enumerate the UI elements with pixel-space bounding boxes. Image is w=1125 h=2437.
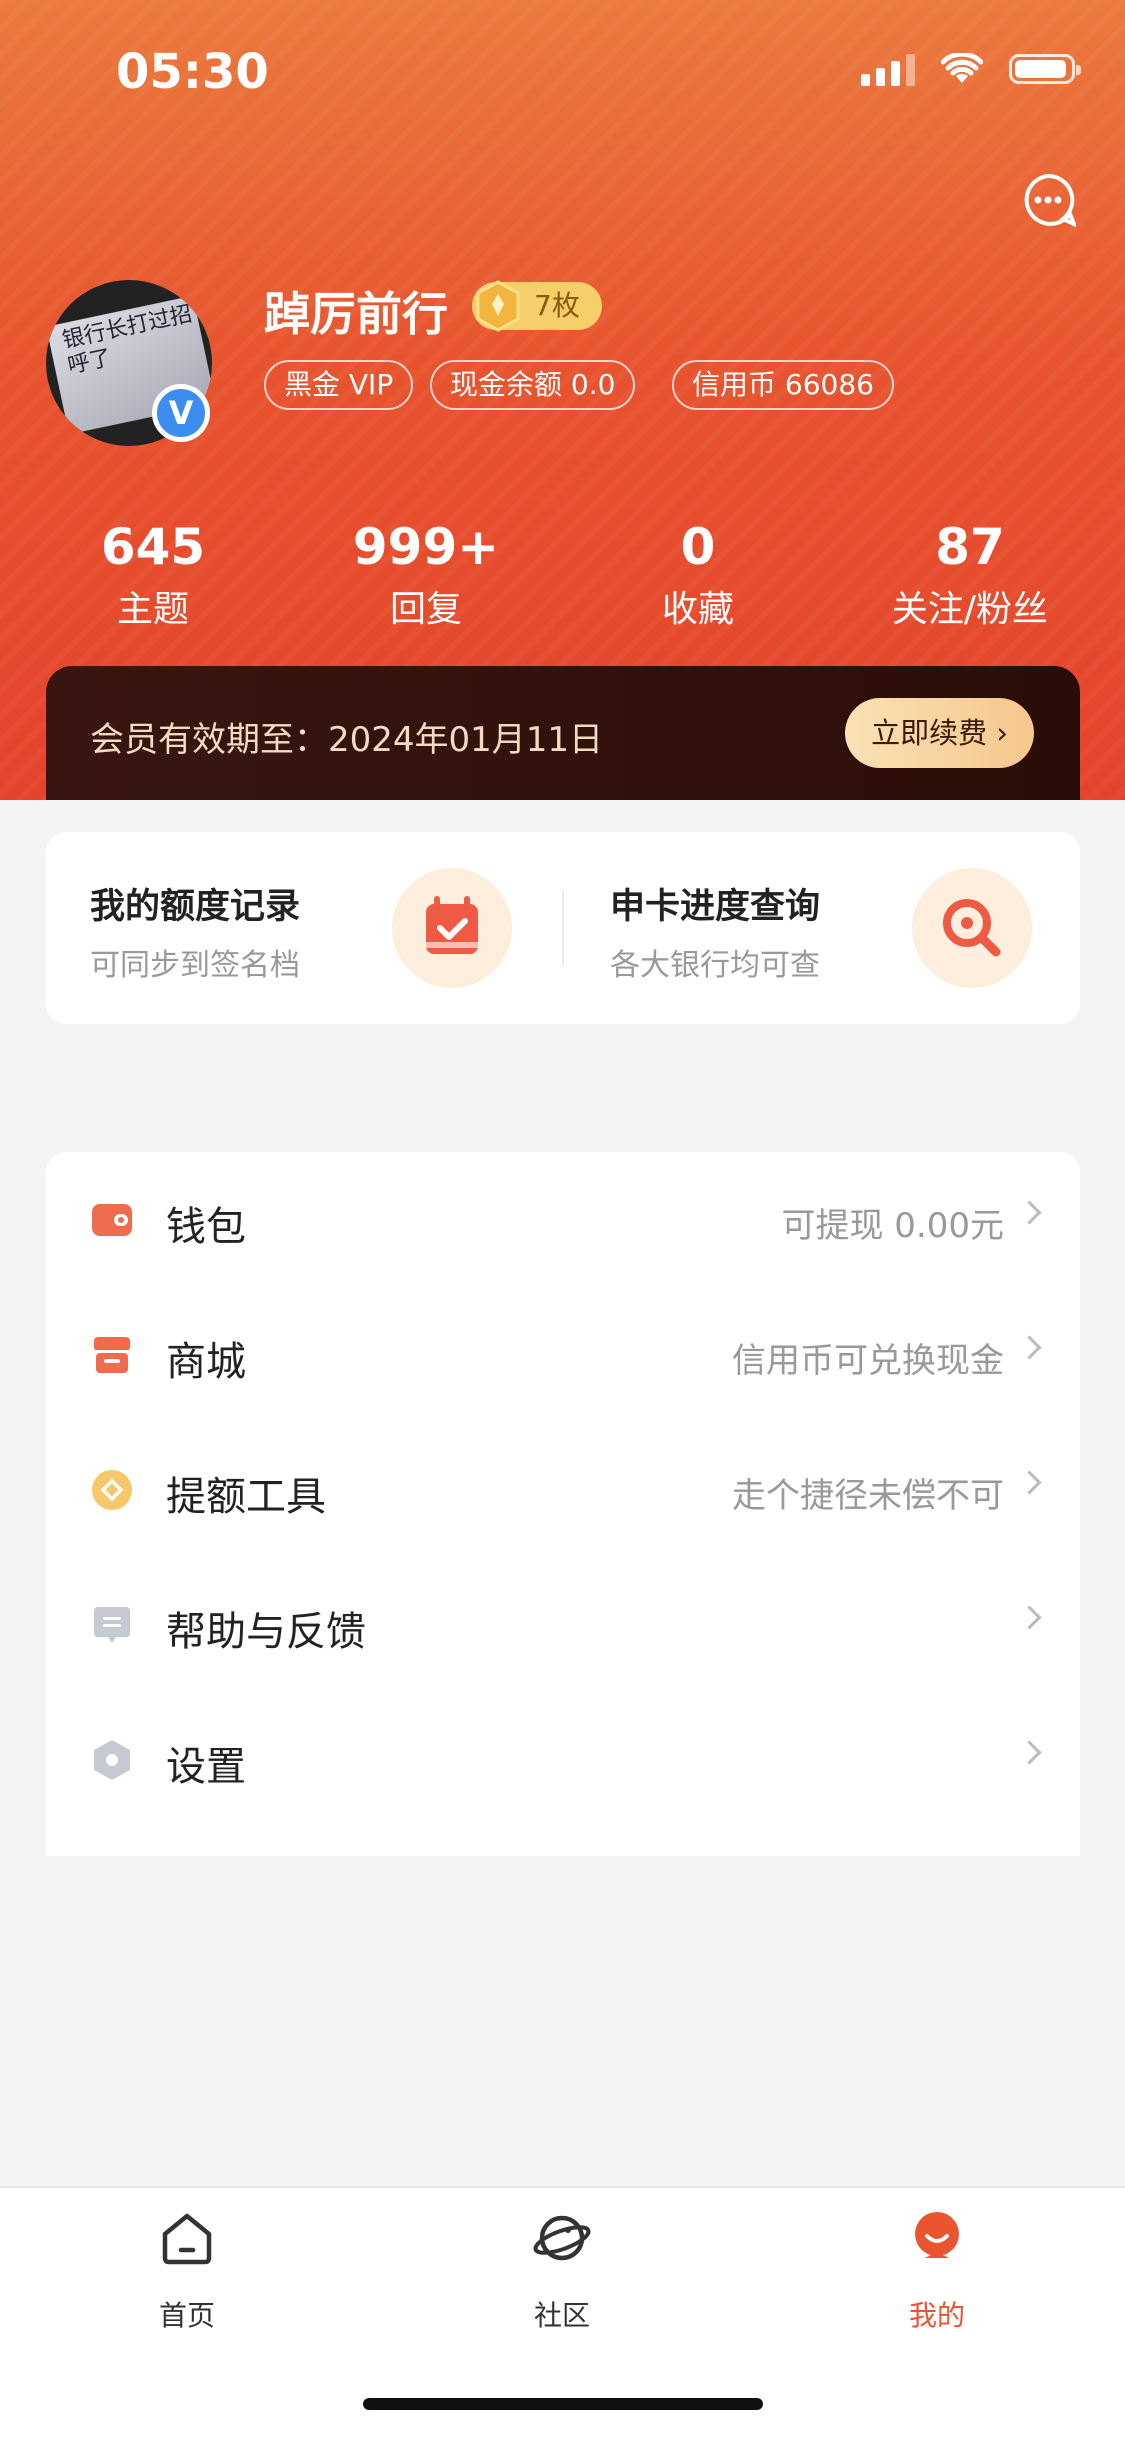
verified-v-icon: V bbox=[152, 384, 210, 442]
menu-item-wallet[interactable]: 钱包 可提现 0.00元 bbox=[46, 1152, 1080, 1287]
vip-expiry-text: 会员有效期至：2024年01月11日 bbox=[90, 720, 604, 760]
coin-tool-icon bbox=[92, 1470, 132, 1510]
chevron-right-icon bbox=[1017, 1605, 1042, 1630]
stat-label: 关注/粉丝 bbox=[891, 589, 1049, 630]
cash-balance-tag[interactable]: 现金余额 0.0 bbox=[430, 360, 636, 410]
crown-coin-icon bbox=[476, 280, 520, 332]
renew-button[interactable]: 立即续费 › bbox=[845, 698, 1034, 768]
battery-icon bbox=[1009, 54, 1081, 84]
vip-expiry-bar: 会员有效期至：2024年01月11日 立即续费 › bbox=[46, 666, 1080, 800]
wifi-icon bbox=[941, 53, 983, 83]
stat-label: 主题 bbox=[116, 589, 189, 630]
tab-label: 首页 bbox=[158, 2299, 215, 2332]
status-time: 05:30 bbox=[116, 44, 269, 100]
menu-detail: 可提现 0.00元 bbox=[781, 1206, 1004, 1246]
tab-label: 社区 bbox=[533, 2299, 590, 2332]
quick-action-title: 我的额度记录 bbox=[90, 887, 301, 927]
chevron-right-icon bbox=[1017, 1740, 1042, 1765]
menu-label: 帮助与反馈 bbox=[166, 1609, 366, 1655]
coin-badge[interactable]: 7枚 bbox=[472, 280, 602, 332]
status-icons bbox=[861, 52, 1081, 86]
message-bubble-icon[interactable] bbox=[1020, 172, 1076, 228]
planet-icon bbox=[533, 2215, 591, 2261]
stat-follow-fans[interactable]: 87 关注/粉丝 bbox=[855, 518, 1085, 632]
home-indicator[interactable] bbox=[363, 2398, 763, 2410]
quick-action-title: 申卡进度查询 bbox=[610, 887, 821, 927]
calendar-check-icon bbox=[392, 868, 512, 988]
chevron-right-icon bbox=[1017, 1200, 1042, 1225]
credit-coin-tag[interactable]: 信用币 66086 bbox=[672, 360, 894, 410]
stat-replies[interactable]: 999+ 回复 bbox=[311, 518, 541, 632]
menu-label: 商城 bbox=[166, 1339, 246, 1385]
menu-item-credit-tool[interactable]: 提额工具 走个捷径未偿不可 bbox=[46, 1422, 1080, 1557]
stat-value: 0 bbox=[680, 518, 716, 576]
quick-action-subtitle: 可同步到签名档 bbox=[90, 948, 300, 983]
settings-menu: 钱包 可提现 0.00元 商城 信用币可兑换现金 提额工具 走个捷径未偿不可 帮… bbox=[46, 1152, 1080, 1856]
wallet-icon bbox=[92, 1204, 132, 1236]
profile-header: 05:30 银行长打过招呼了 V 踔厉前行 7枚 黑金 VIP 现金余额 0.0… bbox=[0, 0, 1125, 800]
chevron-right-icon bbox=[1017, 1470, 1042, 1495]
menu-label: 提额工具 bbox=[166, 1474, 326, 1520]
signal-icon bbox=[861, 52, 915, 86]
coin-count: 7枚 bbox=[534, 289, 580, 322]
tab-home[interactable]: 首页 bbox=[87, 2208, 287, 2334]
chat-help-icon bbox=[94, 1607, 130, 1643]
home-icon bbox=[162, 2213, 212, 2265]
vip-level-tag[interactable]: 黑金 VIP bbox=[264, 360, 414, 410]
menu-detail: 走个捷径未偿不可 bbox=[732, 1476, 1004, 1516]
tab-mine[interactable]: 我的 bbox=[837, 2208, 1037, 2334]
tab-label: 我的 bbox=[908, 2299, 965, 2332]
stat-label: 收藏 bbox=[661, 589, 734, 630]
stat-topics[interactable]: 645 主题 bbox=[38, 518, 268, 632]
stat-value: 87 bbox=[935, 518, 1005, 576]
menu-detail: 信用币可兑换现金 bbox=[732, 1341, 1004, 1381]
store-icon bbox=[94, 1337, 130, 1373]
chevron-right-icon bbox=[1017, 1335, 1042, 1360]
username: 踔厉前行 bbox=[264, 287, 448, 341]
menu-item-store[interactable]: 商城 信用币可兑换现金 bbox=[46, 1287, 1080, 1422]
tab-community[interactable]: 社区 bbox=[462, 2208, 662, 2334]
stat-favorites[interactable]: 0 收藏 bbox=[583, 518, 813, 632]
quick-actions-card: 我的额度记录 可同步到签名档 申卡进度查询 各大银行均可查 bbox=[46, 832, 1080, 1024]
stat-label: 回复 bbox=[389, 589, 462, 630]
stat-value: 645 bbox=[100, 518, 206, 576]
profile-face-icon bbox=[915, 2212, 959, 2258]
settings-hexagon-icon bbox=[94, 1740, 130, 1780]
menu-item-settings[interactable]: 设置 bbox=[46, 1692, 1080, 1827]
search-magnifier-icon bbox=[912, 868, 1032, 988]
menu-item-help-feedback[interactable]: 帮助与反馈 bbox=[46, 1557, 1080, 1692]
stat-value: 999+ bbox=[352, 518, 500, 576]
quick-action-subtitle: 各大银行均可查 bbox=[610, 948, 820, 983]
divider bbox=[562, 890, 564, 966]
menu-label: 设置 bbox=[166, 1744, 246, 1790]
menu-label: 钱包 bbox=[166, 1204, 246, 1250]
